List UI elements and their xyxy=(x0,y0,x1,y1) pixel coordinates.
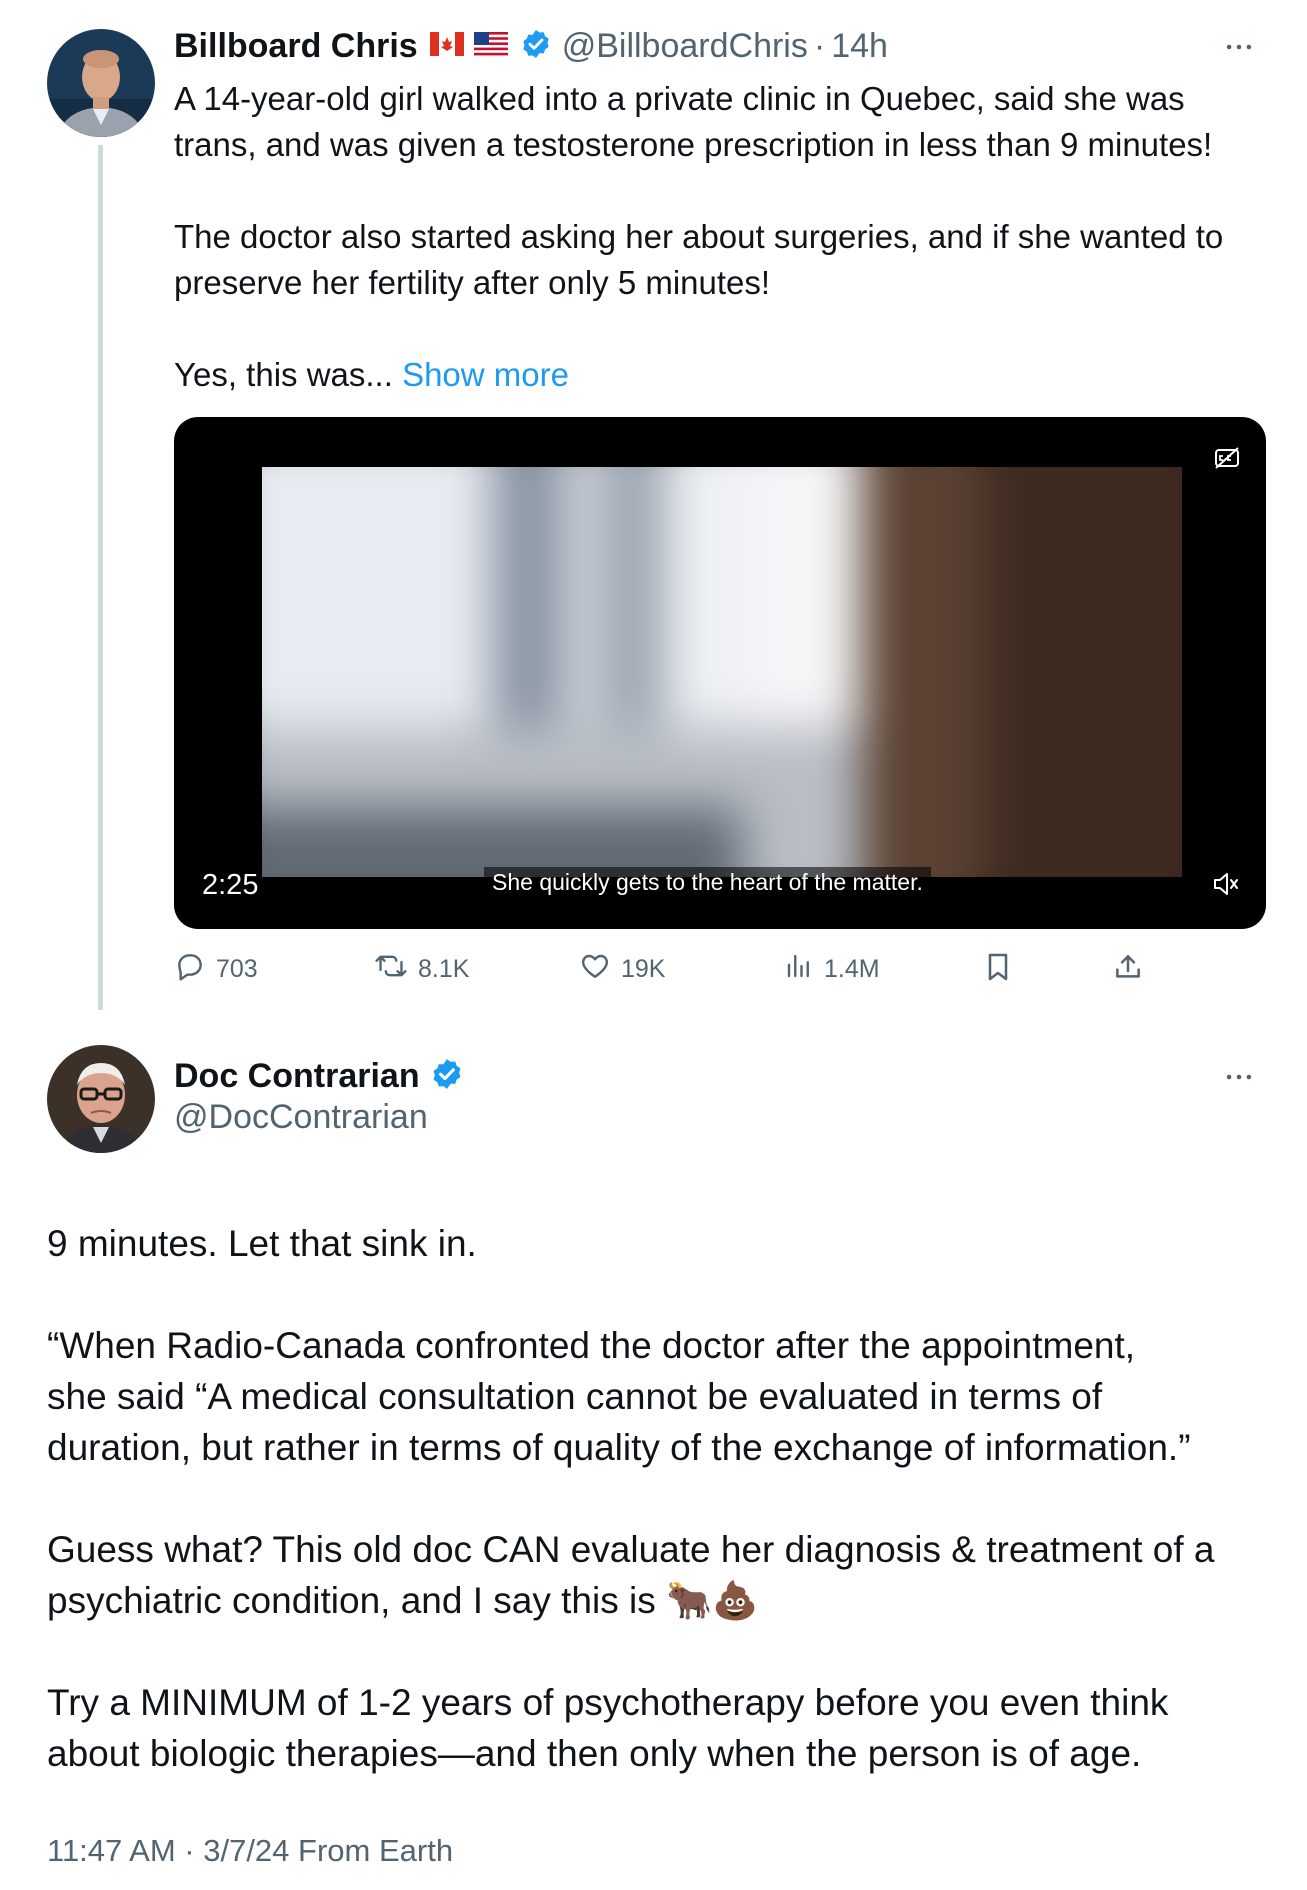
tweet-paragraph: Guess what? This old doc CAN evaluate he… xyxy=(47,1529,1215,1621)
tweet-paragraph: The doctor also started asking her about… xyxy=(174,218,1224,301)
analytics-bars-icon xyxy=(784,950,814,989)
tweet-body: A 14-year-old girl walked into a private… xyxy=(174,76,1284,398)
repost-button[interactable]: 8.1K xyxy=(374,950,469,989)
video-player[interactable]: 2:25 She quickly gets to the heart of th… xyxy=(174,417,1266,929)
author-name[interactable]: Billboard Chris xyxy=(174,27,418,66)
bookmark-button[interactable] xyxy=(982,950,1014,991)
tweet-paragraph: 9 minutes. Let that sink in. xyxy=(47,1223,477,1264)
verified-badge-icon xyxy=(520,28,552,65)
reply-icon xyxy=(174,950,206,989)
repost-count: 8.1K xyxy=(418,955,470,983)
more-horizontal-icon[interactable] xyxy=(1222,30,1256,69)
tweet-action-bar: 703 8.1K 19K 1.4M xyxy=(174,950,1154,990)
bookmark-icon xyxy=(982,950,1014,991)
captions-icon[interactable] xyxy=(1214,447,1240,474)
tweet-paragraph: A 14-year-old girl walked into a private… xyxy=(174,80,1213,163)
video-caption: She quickly gets to the heart of the mat… xyxy=(484,867,931,898)
views-button[interactable]: 1.4M xyxy=(784,950,880,989)
video-duration: 2:25 xyxy=(202,869,259,901)
show-more-link[interactable]: Show more xyxy=(402,356,569,393)
author-handle[interactable]: @BillboardChris xyxy=(562,27,808,66)
avatar-billboard-chris[interactable] xyxy=(47,29,155,137)
heart-icon xyxy=(579,950,611,989)
tweet-timestamp[interactable]: 11:47 AM · 3/7/24 From Earth xyxy=(47,1833,453,1869)
separator-dot: · xyxy=(813,26,826,65)
author-handle[interactable]: @DocContrarian xyxy=(174,1098,428,1137)
avatar-doc-contrarian[interactable] xyxy=(47,1045,155,1153)
more-horizontal-icon[interactable] xyxy=(1222,1060,1256,1099)
tweet-body: 9 minutes. Let that sink in. “When Radio… xyxy=(47,1218,1277,1830)
tweet-paragraph: “When Radio-Canada confronted the doctor… xyxy=(47,1325,1191,1468)
muted-speaker-icon[interactable] xyxy=(1212,871,1240,902)
truncated-text: Yes, this was... xyxy=(174,356,393,393)
canada-flag-icon xyxy=(429,31,464,61)
like-button[interactable]: 19K xyxy=(579,950,665,989)
usa-flag-icon xyxy=(473,31,508,61)
share-button[interactable] xyxy=(1112,950,1144,991)
tweet-time[interactable]: 14h xyxy=(831,27,888,66)
reply-count: 703 xyxy=(216,955,258,983)
tweet-paragraph: Yes, this was... Show more xyxy=(174,352,1284,398)
tweet-paragraph: Try a MINIMUM of 1-2 years of psychother… xyxy=(47,1682,1169,1774)
views-count: 1.4M xyxy=(824,955,880,983)
repost-icon xyxy=(374,950,408,989)
author-name[interactable]: Doc Contrarian xyxy=(174,1057,420,1096)
verified-badge-icon xyxy=(430,1057,464,1096)
thread-connector-line xyxy=(98,145,103,1010)
video-frame xyxy=(262,467,1182,877)
like-count: 19K xyxy=(621,955,666,983)
reply-button[interactable]: 703 xyxy=(174,950,258,989)
share-upload-icon xyxy=(1112,950,1144,991)
